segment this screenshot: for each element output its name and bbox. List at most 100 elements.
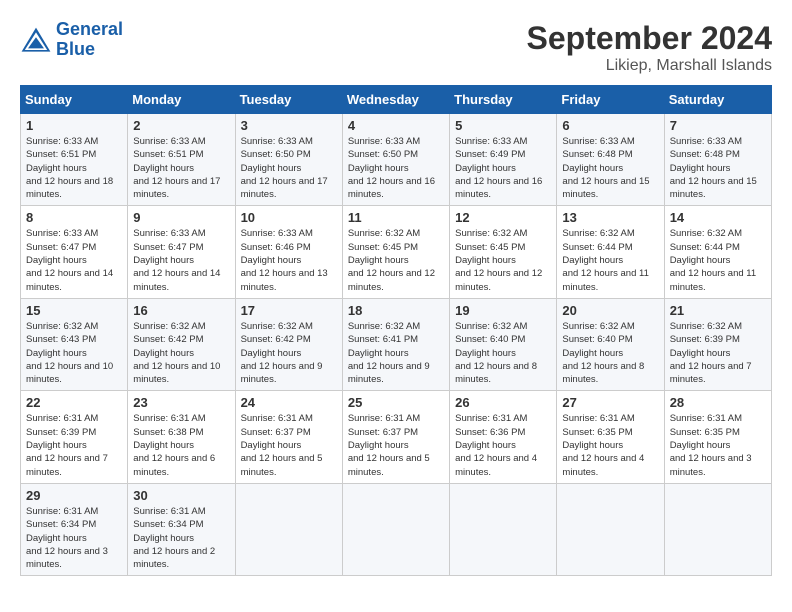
- day-number: 24: [241, 395, 337, 410]
- header-friday: Friday: [557, 86, 664, 114]
- empty-cell: [557, 483, 664, 575]
- day-cell: 12 Sunrise: 6:32 AM Sunset: 6:45 PM Dayl…: [450, 206, 557, 298]
- logo-icon: [20, 26, 52, 54]
- empty-cell: [664, 483, 771, 575]
- table-row: 29 Sunrise: 6:31 AM Sunset: 6:34 PM Dayl…: [21, 483, 772, 575]
- day-number: 5: [455, 118, 551, 133]
- day-info: Sunrise: 6:33 AM Sunset: 6:48 PM Dayligh…: [562, 135, 658, 201]
- day-info: Sunrise: 6:31 AM Sunset: 6:35 PM Dayligh…: [562, 412, 658, 478]
- day-info: Sunrise: 6:32 AM Sunset: 6:44 PM Dayligh…: [562, 227, 658, 293]
- day-info: Sunrise: 6:32 AM Sunset: 6:40 PM Dayligh…: [455, 320, 551, 386]
- day-cell: 23 Sunrise: 6:31 AM Sunset: 6:38 PM Dayl…: [128, 391, 235, 483]
- empty-cell: [450, 483, 557, 575]
- day-cell: 19 Sunrise: 6:32 AM Sunset: 6:40 PM Dayl…: [450, 298, 557, 390]
- day-cell: 15 Sunrise: 6:32 AM Sunset: 6:43 PM Dayl…: [21, 298, 128, 390]
- day-info: Sunrise: 6:33 AM Sunset: 6:50 PM Dayligh…: [348, 135, 444, 201]
- day-number: 8: [26, 210, 122, 225]
- day-number: 1: [26, 118, 122, 133]
- day-cell: 7 Sunrise: 6:33 AM Sunset: 6:48 PM Dayli…: [664, 114, 771, 206]
- day-number: 19: [455, 303, 551, 318]
- day-cell: 26 Sunrise: 6:31 AM Sunset: 6:36 PM Dayl…: [450, 391, 557, 483]
- day-info: Sunrise: 6:31 AM Sunset: 6:34 PM Dayligh…: [26, 505, 122, 571]
- day-cell: 17 Sunrise: 6:32 AM Sunset: 6:42 PM Dayl…: [235, 298, 342, 390]
- day-number: 15: [26, 303, 122, 318]
- day-number: 9: [133, 210, 229, 225]
- day-cell: 29 Sunrise: 6:31 AM Sunset: 6:34 PM Dayl…: [21, 483, 128, 575]
- header-sunday: Sunday: [21, 86, 128, 114]
- day-number: 2: [133, 118, 229, 133]
- day-cell: 13 Sunrise: 6:32 AM Sunset: 6:44 PM Dayl…: [557, 206, 664, 298]
- day-info: Sunrise: 6:33 AM Sunset: 6:51 PM Dayligh…: [26, 135, 122, 201]
- day-info: Sunrise: 6:32 AM Sunset: 6:45 PM Dayligh…: [348, 227, 444, 293]
- day-info: Sunrise: 6:31 AM Sunset: 6:39 PM Dayligh…: [26, 412, 122, 478]
- empty-cell: [342, 483, 449, 575]
- day-number: 11: [348, 210, 444, 225]
- day-cell: 5 Sunrise: 6:33 AM Sunset: 6:49 PM Dayli…: [450, 114, 557, 206]
- day-number: 17: [241, 303, 337, 318]
- day-info: Sunrise: 6:33 AM Sunset: 6:49 PM Dayligh…: [455, 135, 551, 201]
- day-info: Sunrise: 6:33 AM Sunset: 6:48 PM Dayligh…: [670, 135, 766, 201]
- day-info: Sunrise: 6:33 AM Sunset: 6:46 PM Dayligh…: [241, 227, 337, 293]
- day-info: Sunrise: 6:32 AM Sunset: 6:41 PM Dayligh…: [348, 320, 444, 386]
- day-info: Sunrise: 6:31 AM Sunset: 6:38 PM Dayligh…: [133, 412, 229, 478]
- day-info: Sunrise: 6:31 AM Sunset: 6:37 PM Dayligh…: [241, 412, 337, 478]
- header-saturday: Saturday: [664, 86, 771, 114]
- day-info: Sunrise: 6:32 AM Sunset: 6:43 PM Dayligh…: [26, 320, 122, 386]
- day-cell: 6 Sunrise: 6:33 AM Sunset: 6:48 PM Dayli…: [557, 114, 664, 206]
- logo-text: General Blue: [56, 20, 123, 60]
- day-info: Sunrise: 6:32 AM Sunset: 6:42 PM Dayligh…: [133, 320, 229, 386]
- table-row: 22 Sunrise: 6:31 AM Sunset: 6:39 PM Dayl…: [21, 391, 772, 483]
- header-thursday: Thursday: [450, 86, 557, 114]
- day-number: 28: [670, 395, 766, 410]
- day-info: Sunrise: 6:33 AM Sunset: 6:51 PM Dayligh…: [133, 135, 229, 201]
- day-info: Sunrise: 6:32 AM Sunset: 6:45 PM Dayligh…: [455, 227, 551, 293]
- day-info: Sunrise: 6:33 AM Sunset: 6:50 PM Dayligh…: [241, 135, 337, 201]
- header-tuesday: Tuesday: [235, 86, 342, 114]
- header-monday: Monday: [128, 86, 235, 114]
- day-cell: 30 Sunrise: 6:31 AM Sunset: 6:34 PM Dayl…: [128, 483, 235, 575]
- day-number: 20: [562, 303, 658, 318]
- day-info: Sunrise: 6:31 AM Sunset: 6:37 PM Dayligh…: [348, 412, 444, 478]
- day-number: 21: [670, 303, 766, 318]
- day-number: 29: [26, 488, 122, 503]
- day-cell: 1 Sunrise: 6:33 AM Sunset: 6:51 PM Dayli…: [21, 114, 128, 206]
- day-info: Sunrise: 6:32 AM Sunset: 6:42 PM Dayligh…: [241, 320, 337, 386]
- day-cell: 14 Sunrise: 6:32 AM Sunset: 6:44 PM Dayl…: [664, 206, 771, 298]
- day-number: 6: [562, 118, 658, 133]
- table-row: 15 Sunrise: 6:32 AM Sunset: 6:43 PM Dayl…: [21, 298, 772, 390]
- day-cell: 25 Sunrise: 6:31 AM Sunset: 6:37 PM Dayl…: [342, 391, 449, 483]
- day-number: 3: [241, 118, 337, 133]
- day-info: Sunrise: 6:32 AM Sunset: 6:44 PM Dayligh…: [670, 227, 766, 293]
- day-number: 30: [133, 488, 229, 503]
- day-info: Sunrise: 6:32 AM Sunset: 6:40 PM Dayligh…: [562, 320, 658, 386]
- day-cell: 28 Sunrise: 6:31 AM Sunset: 6:35 PM Dayl…: [664, 391, 771, 483]
- day-number: 4: [348, 118, 444, 133]
- day-cell: 16 Sunrise: 6:32 AM Sunset: 6:42 PM Dayl…: [128, 298, 235, 390]
- day-number: 22: [26, 395, 122, 410]
- header-row: Sunday Monday Tuesday Wednesday Thursday…: [21, 86, 772, 114]
- logo: General Blue: [20, 20, 123, 60]
- day-number: 12: [455, 210, 551, 225]
- day-number: 14: [670, 210, 766, 225]
- day-info: Sunrise: 6:33 AM Sunset: 6:47 PM Dayligh…: [26, 227, 122, 293]
- table-row: 1 Sunrise: 6:33 AM Sunset: 6:51 PM Dayli…: [21, 114, 772, 206]
- day-cell: 8 Sunrise: 6:33 AM Sunset: 6:47 PM Dayli…: [21, 206, 128, 298]
- day-number: 25: [348, 395, 444, 410]
- day-info: Sunrise: 6:31 AM Sunset: 6:34 PM Dayligh…: [133, 505, 229, 571]
- header: General Blue September 2024 Likiep, Mars…: [20, 20, 772, 75]
- day-info: Sunrise: 6:31 AM Sunset: 6:35 PM Dayligh…: [670, 412, 766, 478]
- calendar-title: September 2024: [527, 20, 772, 57]
- day-cell: 3 Sunrise: 6:33 AM Sunset: 6:50 PM Dayli…: [235, 114, 342, 206]
- title-area: September 2024 Likiep, Marshall Islands: [527, 20, 772, 75]
- day-number: 7: [670, 118, 766, 133]
- table-row: 8 Sunrise: 6:33 AM Sunset: 6:47 PM Dayli…: [21, 206, 772, 298]
- calendar-table: Sunday Monday Tuesday Wednesday Thursday…: [20, 85, 772, 576]
- day-number: 23: [133, 395, 229, 410]
- day-info: Sunrise: 6:33 AM Sunset: 6:47 PM Dayligh…: [133, 227, 229, 293]
- calendar-subtitle: Likiep, Marshall Islands: [527, 57, 772, 75]
- day-number: 16: [133, 303, 229, 318]
- day-number: 26: [455, 395, 551, 410]
- day-cell: 9 Sunrise: 6:33 AM Sunset: 6:47 PM Dayli…: [128, 206, 235, 298]
- day-number: 27: [562, 395, 658, 410]
- day-cell: 18 Sunrise: 6:32 AM Sunset: 6:41 PM Dayl…: [342, 298, 449, 390]
